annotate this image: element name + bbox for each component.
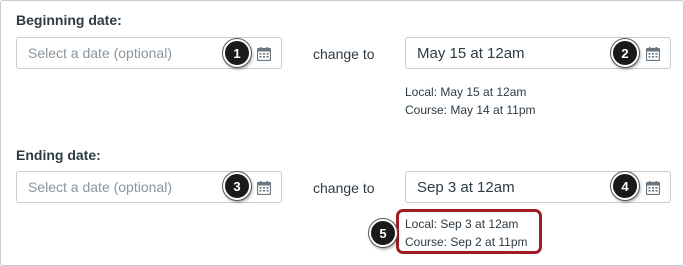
callout-1: 1 (223, 39, 251, 67)
beginning-course-time: Course: May 14 at 11pm (405, 103, 536, 117)
calendar-icon[interactable] (646, 47, 660, 61)
beginning-local-time: Local: May 15 at 12am (405, 85, 527, 99)
callout-4: 4 (611, 172, 639, 200)
beginning-change-to-label: change to (313, 46, 375, 62)
ending-change-to-label: change to (313, 180, 375, 196)
callout-2: 2 (611, 39, 639, 67)
callout-5: 5 (369, 219, 397, 247)
ending-course-time: Course: Sep 2 at 11pm (405, 235, 528, 249)
calendar-icon[interactable] (257, 47, 271, 61)
calendar-icon[interactable] (646, 181, 660, 195)
beginning-date-label: Beginning date: (16, 12, 122, 28)
ending-local-time: Local: Sep 3 at 12am (405, 217, 519, 231)
callout-3: 3 (223, 172, 251, 200)
ending-date-label: Ending date: (16, 147, 101, 163)
calendar-icon[interactable] (257, 181, 271, 195)
date-change-panel: Beginning date: Select a date (optional)… (0, 0, 684, 266)
